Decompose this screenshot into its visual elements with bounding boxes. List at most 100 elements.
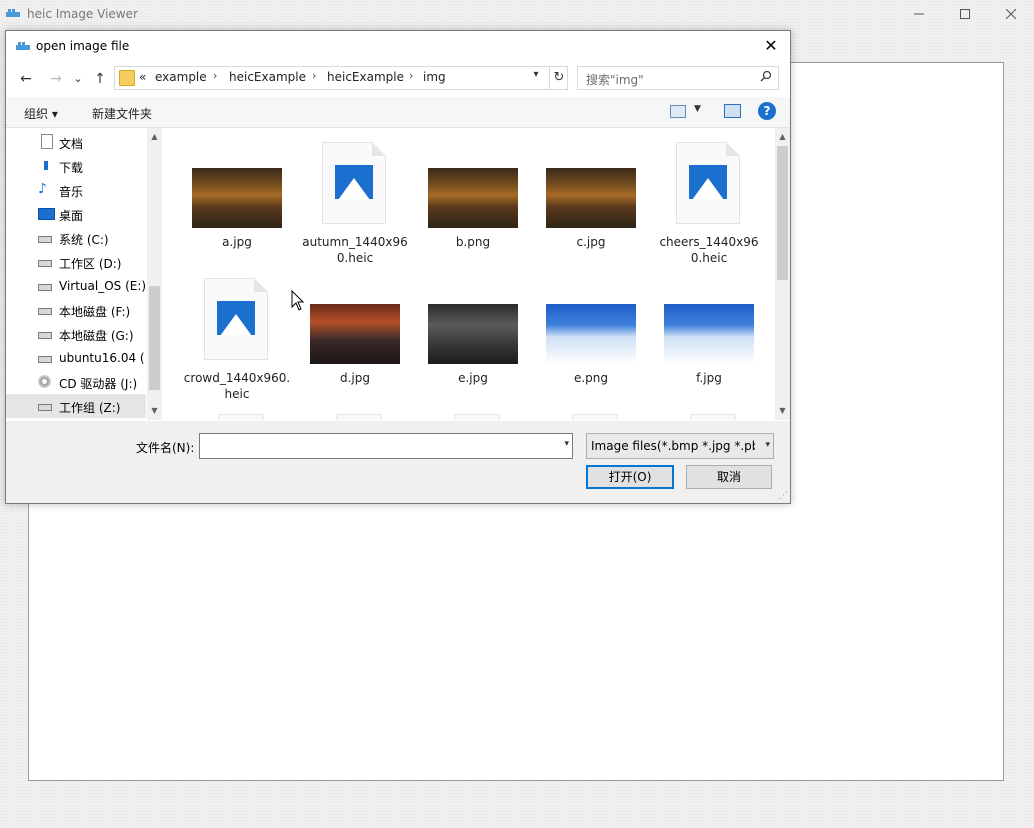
nav-item[interactable]: CD 驱动器 (J:) xyxy=(6,370,146,394)
file-name: e.png xyxy=(573,371,609,385)
main-titlebar: heic Image Viewer xyxy=(0,0,1034,30)
resize-grip-icon[interactable]: ⋰ xyxy=(779,491,788,501)
chevron-right-icon[interactable]: › xyxy=(409,69,413,82)
maximize-icon[interactable] xyxy=(942,0,988,30)
file-item[interactable]: c.jpg xyxy=(536,142,646,274)
organize-menu[interactable]: 组织 ▾ xyxy=(24,105,58,122)
filename-input[interactable]: ▾ xyxy=(199,433,573,459)
drive-icon xyxy=(38,356,52,363)
chevron-down-icon[interactable]: ▼ xyxy=(694,104,701,114)
nav-item-label: 桌面 xyxy=(59,209,84,223)
file-item[interactable]: e.jpg xyxy=(418,278,528,410)
image-file-icon xyxy=(322,142,386,224)
dialog-close-icon[interactable]: ✕ xyxy=(756,33,786,59)
file-item-partial[interactable] xyxy=(690,414,736,420)
nav-item[interactable]: ♪ 音乐 xyxy=(6,178,146,202)
drive-icon xyxy=(38,260,52,267)
files-scrollbar[interactable]: ▲ ▼ xyxy=(775,128,790,420)
image-thumbnail xyxy=(428,304,518,364)
file-item[interactable]: autumn_1440x960.heic xyxy=(300,142,410,274)
refresh-icon[interactable]: ↻ xyxy=(549,67,568,89)
file-item[interactable]: e.png xyxy=(536,278,646,410)
up-folder-icon[interactable]: ↑ xyxy=(90,69,110,89)
file-item-partial[interactable] xyxy=(336,414,382,420)
scroll-up-icon[interactable]: ▲ xyxy=(775,130,790,144)
scroll-up-icon[interactable]: ▲ xyxy=(147,130,162,144)
nav-item-label: 下载 xyxy=(59,161,84,175)
file-item-partial[interactable] xyxy=(572,414,618,420)
change-view-icon[interactable] xyxy=(670,105,686,118)
app-icon xyxy=(16,42,30,50)
open-button[interactable]: 打开(O) xyxy=(586,465,674,489)
breadcrumb-overflow[interactable]: « xyxy=(139,70,146,84)
file-item[interactable]: cheers_1440x960.heic xyxy=(654,142,764,274)
scroll-thumb[interactable] xyxy=(777,146,788,280)
nav-item[interactable]: 工作区 (D:) xyxy=(6,250,146,274)
dialog-title: open image file xyxy=(36,39,130,53)
breadcrumb-heicexample[interactable]: heicExample xyxy=(229,70,306,84)
minimize-icon[interactable] xyxy=(896,0,942,30)
file-item[interactable]: crowd_1440x960.heic xyxy=(182,278,292,410)
drive-icon xyxy=(38,332,52,339)
image-thumbnail xyxy=(546,304,636,364)
cd-drive-icon xyxy=(38,375,51,388)
drive-icon xyxy=(38,308,52,315)
nav-item[interactable]: ubuntu16.04 (H xyxy=(6,346,146,370)
nav-item[interactable]: 工作组 (Z:) xyxy=(6,394,146,418)
file-item-partial[interactable] xyxy=(218,414,264,420)
image-thumbnail xyxy=(664,304,754,364)
file-item[interactable]: a.jpg xyxy=(182,142,292,274)
breadcrumb-img[interactable]: img xyxy=(423,70,446,84)
file-item[interactable]: b.png xyxy=(418,142,528,274)
dialog-toolbar: 组织 ▾ 新建文件夹 ▼ ? xyxy=(6,97,790,128)
scroll-down-icon[interactable]: ▼ xyxy=(147,404,162,418)
back-icon[interactable]: ← xyxy=(16,69,36,89)
nav-item[interactable]: 文档 xyxy=(6,130,146,154)
file-name: d.jpg xyxy=(340,371,370,385)
image-thumbnail xyxy=(310,304,400,364)
chevron-down-icon[interactable]: ▾ xyxy=(564,439,569,449)
nav-item[interactable]: 系统 (C:) xyxy=(6,226,146,250)
forward-icon[interactable]: → xyxy=(46,69,66,89)
new-folder-button[interactable]: 新建文件夹 xyxy=(92,105,152,122)
chevron-down-icon[interactable]: ▾ xyxy=(765,440,770,450)
navigation-pane: 文档 下载 ♪ 音乐 桌面 系统 (C:) 工作区 (D:) Virtual_OS (E:) 本… xyxy=(6,128,164,420)
image-file-icon xyxy=(676,142,740,224)
close-icon[interactable] xyxy=(988,0,1034,30)
search-placeholder: 搜索"img" xyxy=(586,73,644,87)
mouse-cursor-icon xyxy=(291,290,305,311)
file-item-partial[interactable] xyxy=(454,414,500,420)
breadcrumb-example[interactable]: example xyxy=(155,70,207,84)
preview-pane-icon[interactable] xyxy=(724,104,741,118)
nav-item-label: 工作组 (Z:) xyxy=(59,401,121,415)
chevron-down-icon[interactable]: ▾ xyxy=(529,69,543,80)
navigation-bar: ← → ⌄ ↑ « example › heicExample › heicEx… xyxy=(6,65,790,93)
file-item[interactable]: d.jpg xyxy=(300,278,410,410)
nav-item-label: 系统 (C:) xyxy=(59,233,109,247)
recent-locations-icon[interactable]: ⌄ xyxy=(68,69,88,89)
nav-item[interactable]: 桌面 xyxy=(6,202,146,226)
image-thumbnail xyxy=(192,168,282,228)
scroll-thumb[interactable] xyxy=(149,286,160,390)
nav-scrollbar[interactable]: ▲ ▼ xyxy=(147,128,162,420)
nav-item-label: 文档 xyxy=(59,137,84,151)
nav-item[interactable]: Virtual_OS (E:) xyxy=(6,274,146,298)
search-icon[interactable] xyxy=(760,70,772,82)
file-type-value: Image files(*.bmp *.jpg *.pbm xyxy=(591,439,755,453)
address-bar[interactable]: « example › heicExample › heicExample › … xyxy=(114,66,568,90)
nav-item-label: 本地磁盘 (G:) xyxy=(59,329,134,343)
breadcrumb-heicexample-2[interactable]: heicExample xyxy=(327,70,404,84)
file-name: b.png xyxy=(455,235,491,249)
nav-item[interactable]: 下载 xyxy=(6,154,146,178)
chevron-right-icon[interactable]: › xyxy=(312,69,316,82)
help-icon[interactable]: ? xyxy=(758,102,776,120)
file-type-select[interactable]: Image files(*.bmp *.jpg *.pbm ▾ xyxy=(586,433,774,459)
chevron-right-icon[interactable]: › xyxy=(213,69,217,82)
nav-item[interactable]: 本地磁盘 (F:) xyxy=(6,298,146,322)
nav-item[interactable]: 本地磁盘 (G:) xyxy=(6,322,146,346)
file-item[interactable]: f.jpg xyxy=(654,278,764,410)
search-box[interactable]: 搜索"img" xyxy=(577,66,779,90)
scroll-down-icon[interactable]: ▼ xyxy=(775,404,790,418)
image-thumbnail xyxy=(546,168,636,228)
cancel-button[interactable]: 取消 xyxy=(686,465,772,489)
